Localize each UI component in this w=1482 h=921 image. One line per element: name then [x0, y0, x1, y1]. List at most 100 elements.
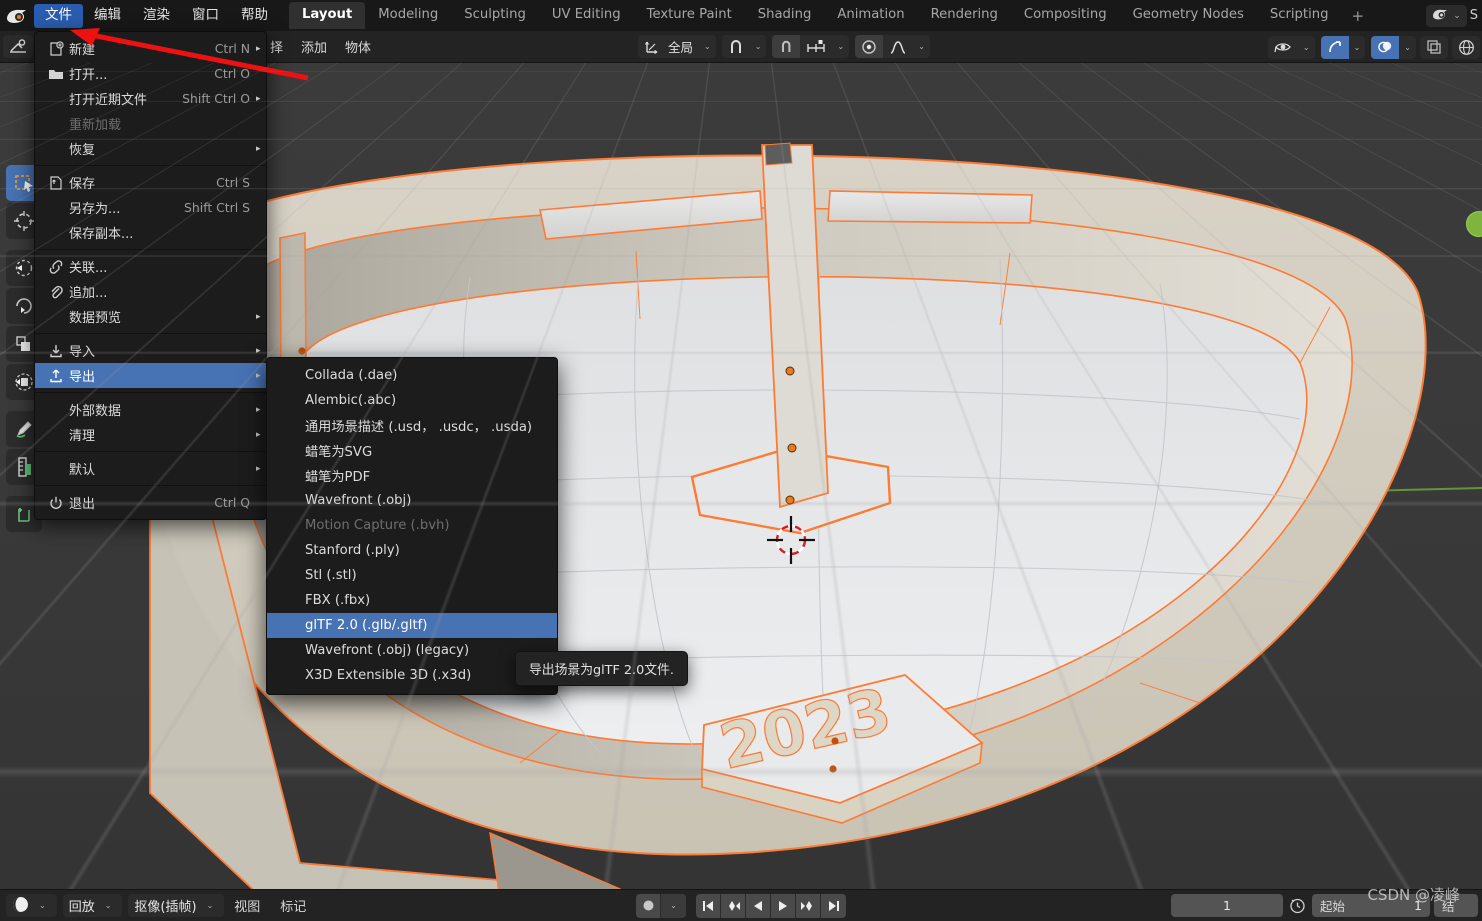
auto-keying-group[interactable]: ⌄ [636, 893, 686, 918]
timeline-menu-view[interactable]: 视图 [224, 894, 270, 917]
shading-wireframe-icon[interactable] [1452, 35, 1480, 59]
gizmo-icon[interactable] [1320, 35, 1349, 59]
jump-to-start-icon[interactable] [696, 893, 721, 918]
export-item-grease-pencil-pdf[interactable]: 蜡笔为PDF [267, 463, 557, 488]
keying-popover[interactable]: 抠像(插帧) ⌄ [128, 894, 225, 917]
menu-help[interactable]: 帮助 [230, 4, 279, 28]
chevron-right-icon: ▸ [256, 370, 261, 381]
export-item-usd[interactable]: 通用场景描述 (.usd， .usdc， .usda) [267, 413, 557, 438]
export-item-wavefront-obj-legacy[interactable]: Wavefront (.obj) (legacy) [267, 638, 557, 663]
export-item-x3d[interactable]: X3D Extensible 3D (.x3d) [267, 663, 557, 688]
export-item-grease-pencil-svg[interactable]: 蜡笔为SVG [267, 438, 557, 463]
menu-item-link[interactable]: 关联... [35, 254, 266, 279]
jump-to-end-icon[interactable] [821, 893, 846, 918]
tab-compositing[interactable]: Compositing [1011, 2, 1120, 29]
menu-item-shortcut: Shift Ctrl S [184, 200, 250, 215]
tab-modeling[interactable]: Modeling [365, 2, 451, 29]
menu-item-label: 默认 [69, 463, 96, 478]
playback-popover[interactable]: 回放 ⌄ [62, 894, 123, 917]
chevron-right-icon: ▸ [256, 93, 261, 104]
editor-type-icon[interactable] [3, 35, 33, 58]
file-menu-dropdown[interactable]: 新建 Ctrl N ▸ 打开... Ctrl O 打开近期文件 Shift Ct… [34, 31, 267, 520]
menu-file[interactable]: 文件 [34, 3, 83, 28]
tooltip: 导出场景为glTF 2.0文件. [515, 651, 688, 686]
tab-geometry-nodes[interactable]: Geometry Nodes [1120, 2, 1257, 29]
export-item-gltf[interactable]: glTF 2.0 (.glb/.gltf) [267, 613, 557, 638]
tab-shading[interactable]: Shading [745, 2, 825, 29]
menu-item-save-copy[interactable]: 保存副本... [35, 220, 266, 245]
menu-item-open-recent[interactable]: 打开近期文件 Shift Ctrl O ▸ [35, 86, 266, 111]
next-keyframe-icon[interactable] [796, 893, 821, 918]
menu-separator [35, 249, 266, 250]
scene-selector[interactable]: ⌄ [1426, 4, 1467, 27]
menu-item-shortcut: Ctrl S [216, 175, 250, 190]
xray-toggle-icon[interactable] [1420, 35, 1448, 59]
timeline-menu-marker[interactable]: 标记 [270, 894, 316, 917]
transport-controls: ⌄ [636, 893, 846, 918]
blender-window: 2023 文件 编辑 渲染 窗口 帮助 Layout Modeling Scul… [0, 0, 1482, 921]
overlays-icon[interactable] [1371, 35, 1400, 59]
tab-rendering[interactable]: Rendering [918, 2, 1011, 29]
chevron-down-icon: ⌄ [1353, 42, 1361, 52]
export-item-alembic[interactable]: Alembic(.abc) [267, 388, 557, 413]
menu-item-label: 清理 [69, 429, 96, 444]
menu-item-recover[interactable]: 恢复 ▸ [35, 136, 266, 161]
record-icon[interactable] [636, 893, 661, 918]
tab-animation[interactable]: Animation [824, 2, 917, 29]
export-item-wavefront-obj[interactable]: Wavefront (.obj) [267, 488, 557, 513]
tab-scripting[interactable]: Scripting [1257, 2, 1342, 29]
menu-separator [35, 485, 266, 486]
proportional-edit-group[interactable]: ⌄ [855, 35, 930, 58]
menu-item-open[interactable]: 打开... Ctrl O [35, 61, 266, 86]
menu-item-save[interactable]: 保存 Ctrl S [35, 170, 266, 195]
export-item-stl[interactable]: Stl (.stl) [267, 563, 557, 588]
menu-item-clean-up[interactable]: 清理 ▸ [35, 422, 266, 447]
overlays-toggle-group[interactable]: ⌄ [1371, 35, 1416, 59]
current-frame-field[interactable]: 1 [1171, 894, 1283, 917]
playback-buttons[interactable] [696, 893, 846, 918]
export-item-collada[interactable]: Collada (.dae) [267, 363, 557, 388]
play-reverse-icon[interactable] [746, 893, 771, 918]
menu-item-data-previews[interactable]: 数据预览 ▸ [35, 304, 266, 329]
chevron-down-icon: ⌄ [104, 901, 112, 910]
object-visibility-selector[interactable]: ⌄ [1267, 35, 1315, 59]
chevron-down-icon: ⌄ [1453, 10, 1461, 21]
menu-item-label: 导入 [69, 345, 96, 360]
start-frame-field[interactable]: 起始 1 [1312, 894, 1430, 917]
timeline-editor-type[interactable]: ⌄ [6, 894, 57, 917]
chevron-down-icon[interactable]: ⌄ [661, 893, 686, 918]
menu-item-defaults[interactable]: 默认 ▸ [35, 456, 266, 481]
blender-logo-icon[interactable] [0, 7, 34, 25]
menu-item-quit[interactable]: 退出 Ctrl Q [35, 490, 266, 515]
add-workspace-button[interactable]: + [1341, 3, 1374, 29]
viewport-menu-add[interactable]: 添加 [292, 35, 336, 58]
menu-item-append[interactable]: 追加... [35, 279, 266, 304]
export-item-stanford-ply[interactable]: Stanford (.ply) [267, 538, 557, 563]
tab-sculpting[interactable]: Sculpting [451, 2, 539, 29]
tab-texture-paint[interactable]: Texture Paint [634, 2, 745, 29]
snap-toggle-group[interactable]: ⌄ [772, 35, 850, 58]
menu-item-import[interactable]: 导入 ▸ [35, 338, 266, 363]
menu-separator [35, 451, 266, 452]
tab-uv-editing[interactable]: UV Editing [539, 2, 634, 29]
menu-window[interactable]: 窗口 [181, 4, 230, 28]
transform-orientation-selector[interactable]: 全局 ⌄ [638, 35, 716, 58]
menu-edit[interactable]: 编辑 [83, 4, 132, 28]
tab-layout[interactable]: Layout [289, 2, 366, 29]
export-item-fbx[interactable]: FBX (.fbx) [267, 588, 557, 613]
menu-item-save-as[interactable]: 另存为... Shift Ctrl S [35, 195, 266, 220]
menu-item-export[interactable]: 导出 ▸ [35, 363, 266, 388]
viewport-menu-object[interactable]: 物体 [336, 35, 380, 58]
export-submenu[interactable]: Collada (.dae) Alembic(.abc) 通用场景描述 (.us… [266, 357, 558, 695]
new-file-icon [43, 40, 69, 57]
menu-item-external-data[interactable]: 外部数据 ▸ [35, 397, 266, 422]
menu-item-new[interactable]: 新建 Ctrl N ▸ [35, 36, 266, 61]
gizmo-toggle-group[interactable]: ⌄ [1320, 35, 1366, 59]
menu-render[interactable]: 渲染 [132, 4, 181, 28]
prev-keyframe-icon[interactable] [721, 893, 746, 918]
snap-settings[interactable]: ⌄ [721, 35, 767, 58]
play-icon[interactable] [771, 893, 796, 918]
snap-toggle-icon[interactable] [772, 35, 801, 58]
end-frame-field[interactable]: 结 [1434, 894, 1478, 917]
proportional-edit-icon[interactable] [855, 35, 884, 58]
